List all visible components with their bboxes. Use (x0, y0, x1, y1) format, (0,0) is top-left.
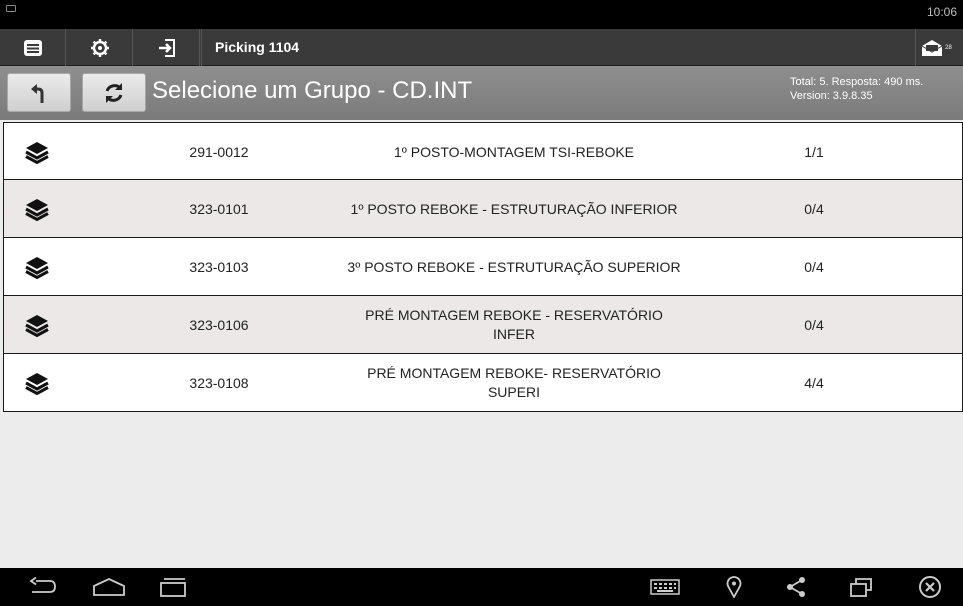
group-quantity: 0/4 (804, 317, 824, 333)
undo-icon (31, 83, 44, 103)
enter-icon (158, 38, 175, 57)
list-item[interactable]: 291-0012 1º POSTO-MONTAGEM TSI-REBOKE 1/… (3, 122, 963, 180)
group-code: 323-0108 (189, 375, 249, 391)
group-quantity: 0/4 (804, 201, 824, 217)
refresh-icon (105, 82, 123, 103)
nav-share-button[interactable] (785, 575, 807, 599)
list-item[interactable]: 323-0101 1º POSTO REBOKE - ESTRUTURAÇÃO … (3, 180, 963, 238)
keyboard-icon (650, 579, 680, 595)
app-title: Picking 1104 (201, 29, 401, 66)
nav-recents-button[interactable] (158, 575, 188, 599)
group-description: 1º POSTO REBOKE - ESTRUTURAÇÃO INFERIOR (350, 200, 678, 217)
menu-button[interactable] (0, 29, 66, 66)
group-description: PRÉ MONTAGEM REBOKE - RESERVATÓRIO INFER (365, 307, 663, 342)
page-header: Selecione um Grupo - CD.INT Total: 5. Re… (0, 66, 963, 120)
layers-icon (25, 315, 49, 337)
window-icon (850, 578, 872, 597)
layers-icon (25, 142, 49, 164)
back-icon (29, 577, 56, 593)
list-icon (23, 39, 42, 56)
gear-icon (90, 38, 109, 57)
system-nav-bar (0, 568, 963, 606)
group-description: 3º POSTO REBOKE - ESTRUTURAÇÃO SUPERIOR (347, 258, 681, 275)
recents-icon (160, 578, 186, 597)
mail-icon (921, 39, 943, 56)
home-icon (93, 578, 125, 596)
group-quantity: 0/4 (804, 259, 824, 275)
group-list: 291-0012 1º POSTO-MONTAGEM TSI-REBOKE 1/… (3, 122, 963, 412)
status-bar: 10:06 (0, 0, 963, 29)
refresh-button[interactable] (82, 73, 146, 112)
nav-back-button[interactable] (28, 575, 58, 599)
group-code: 323-0103 (189, 259, 249, 275)
nav-keyboard-button[interactable] (650, 575, 680, 599)
group-description: PRÉ MONTAGEM REBOKE- RESERVATÓRIO SUPERI (367, 365, 661, 400)
page-title: Selecione um Grupo - CD.INT (152, 77, 473, 104)
app-version: Version: 3.9.8.35 (790, 90, 873, 102)
group-code: 323-0101 (189, 201, 249, 217)
response-info: Total: 5. Resposta: 490 ms. Version: 3.9… (790, 75, 923, 103)
layers-icon (25, 257, 49, 279)
login-button[interactable] (134, 29, 200, 66)
mail-button[interactable]: 28 (915, 29, 957, 66)
share-icon (787, 577, 805, 597)
group-code: 291-0012 (189, 144, 249, 160)
settings-button[interactable] (67, 29, 133, 66)
nav-location-button[interactable] (726, 575, 742, 599)
group-quantity: 4/4 (804, 375, 824, 391)
status-time: 10:06 (926, 5, 957, 19)
action-bar: Picking 1104 28 (0, 29, 963, 66)
back-button[interactable] (7, 73, 71, 112)
layers-icon (25, 373, 49, 395)
keyboard-status-icon (6, 5, 16, 12)
layers-icon (25, 199, 49, 221)
group-code: 323-0106 (189, 317, 249, 333)
group-description: 1º POSTO-MONTAGEM TSI-REBOKE (393, 143, 635, 160)
list-item[interactable]: 323-0106 PRÉ MONTAGEM REBOKE - RESERVATÓ… (3, 296, 963, 354)
list-item[interactable]: 323-0108 PRÉ MONTAGEM REBOKE- RESERVATÓR… (3, 354, 963, 412)
mail-count: 28 (945, 44, 952, 51)
nav-home-button[interactable] (92, 575, 126, 599)
location-pin-icon (726, 576, 742, 598)
list-item[interactable]: 323-0103 3º POSTO REBOKE - ESTRUTURAÇÃO … (3, 238, 963, 296)
nav-window-button[interactable] (849, 575, 873, 599)
response-total: Total: 5. Resposta: 490 ms. (790, 76, 924, 88)
group-quantity: 1/1 (804, 144, 824, 160)
close-circle-icon (919, 576, 941, 598)
nav-close-button[interactable] (918, 575, 942, 599)
